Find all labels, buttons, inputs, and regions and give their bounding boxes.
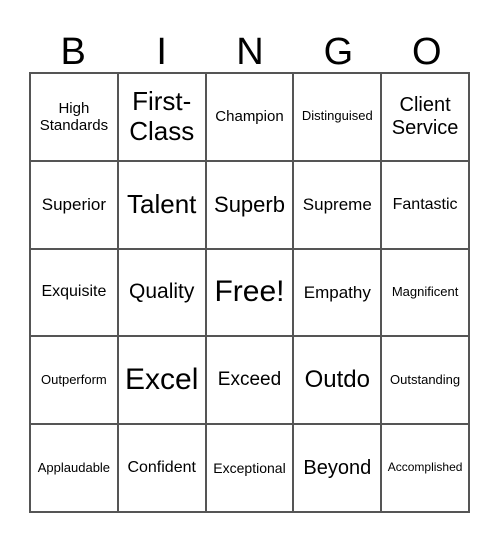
bingo-cell[interactable]: Champion bbox=[205, 73, 294, 161]
bingo-cell[interactable]: Exceptional bbox=[205, 424, 294, 512]
bingo-cell[interactable]: Superior bbox=[30, 160, 118, 249]
bingo-grid: High Standards First-Class Champion Disting… bbox=[29, 72, 470, 513]
header-letter-o: O bbox=[412, 31, 442, 73]
bingo-cell[interactable]: Outstanding bbox=[381, 336, 469, 425]
bingo-cell[interactable]: Accomplished bbox=[381, 424, 469, 512]
bingo-cell[interactable]: Outperform bbox=[30, 336, 118, 425]
bingo-cell[interactable]: Quality bbox=[117, 248, 206, 337]
bingo-cell[interactable]: Fantastic bbox=[381, 160, 469, 249]
bingo-cell[interactable]: Supreme bbox=[293, 160, 382, 249]
bingo-cell[interactable]: Beyond bbox=[293, 424, 382, 512]
bingo-cell[interactable]: Magnificent bbox=[381, 248, 469, 337]
bingo-header: B I N G O bbox=[29, 30, 471, 74]
bingo-cell[interactable]: Distinguised bbox=[293, 73, 382, 161]
header-letter-b: B bbox=[60, 31, 86, 73]
bingo-cell[interactable]: Confident bbox=[117, 424, 206, 512]
bingo-cell[interactable]: Exquisite bbox=[30, 248, 118, 337]
bingo-cell[interactable]: Excel bbox=[117, 336, 206, 425]
bingo-cell[interactable]: First-Class bbox=[117, 73, 206, 161]
header-letter-g: G bbox=[323, 31, 354, 73]
bingo-cell[interactable]: Exceed bbox=[205, 336, 294, 425]
header-letter-i: I bbox=[156, 31, 167, 73]
bingo-cell[interactable]: Superb bbox=[205, 160, 294, 249]
bingo-cell[interactable]: Talent bbox=[117, 160, 206, 249]
bingo-cell[interactable]: Free! bbox=[205, 248, 294, 337]
bingo-cell[interactable]: Applaudable bbox=[30, 424, 118, 512]
bingo-cell[interactable]: Outdo bbox=[293, 336, 382, 425]
bingo-cell[interactable]: Empathy bbox=[293, 248, 382, 337]
header-letter-n: N bbox=[236, 31, 264, 73]
bingo-cell[interactable]: Client Service bbox=[381, 73, 469, 161]
bingo-cell[interactable]: High Standards bbox=[30, 73, 118, 161]
